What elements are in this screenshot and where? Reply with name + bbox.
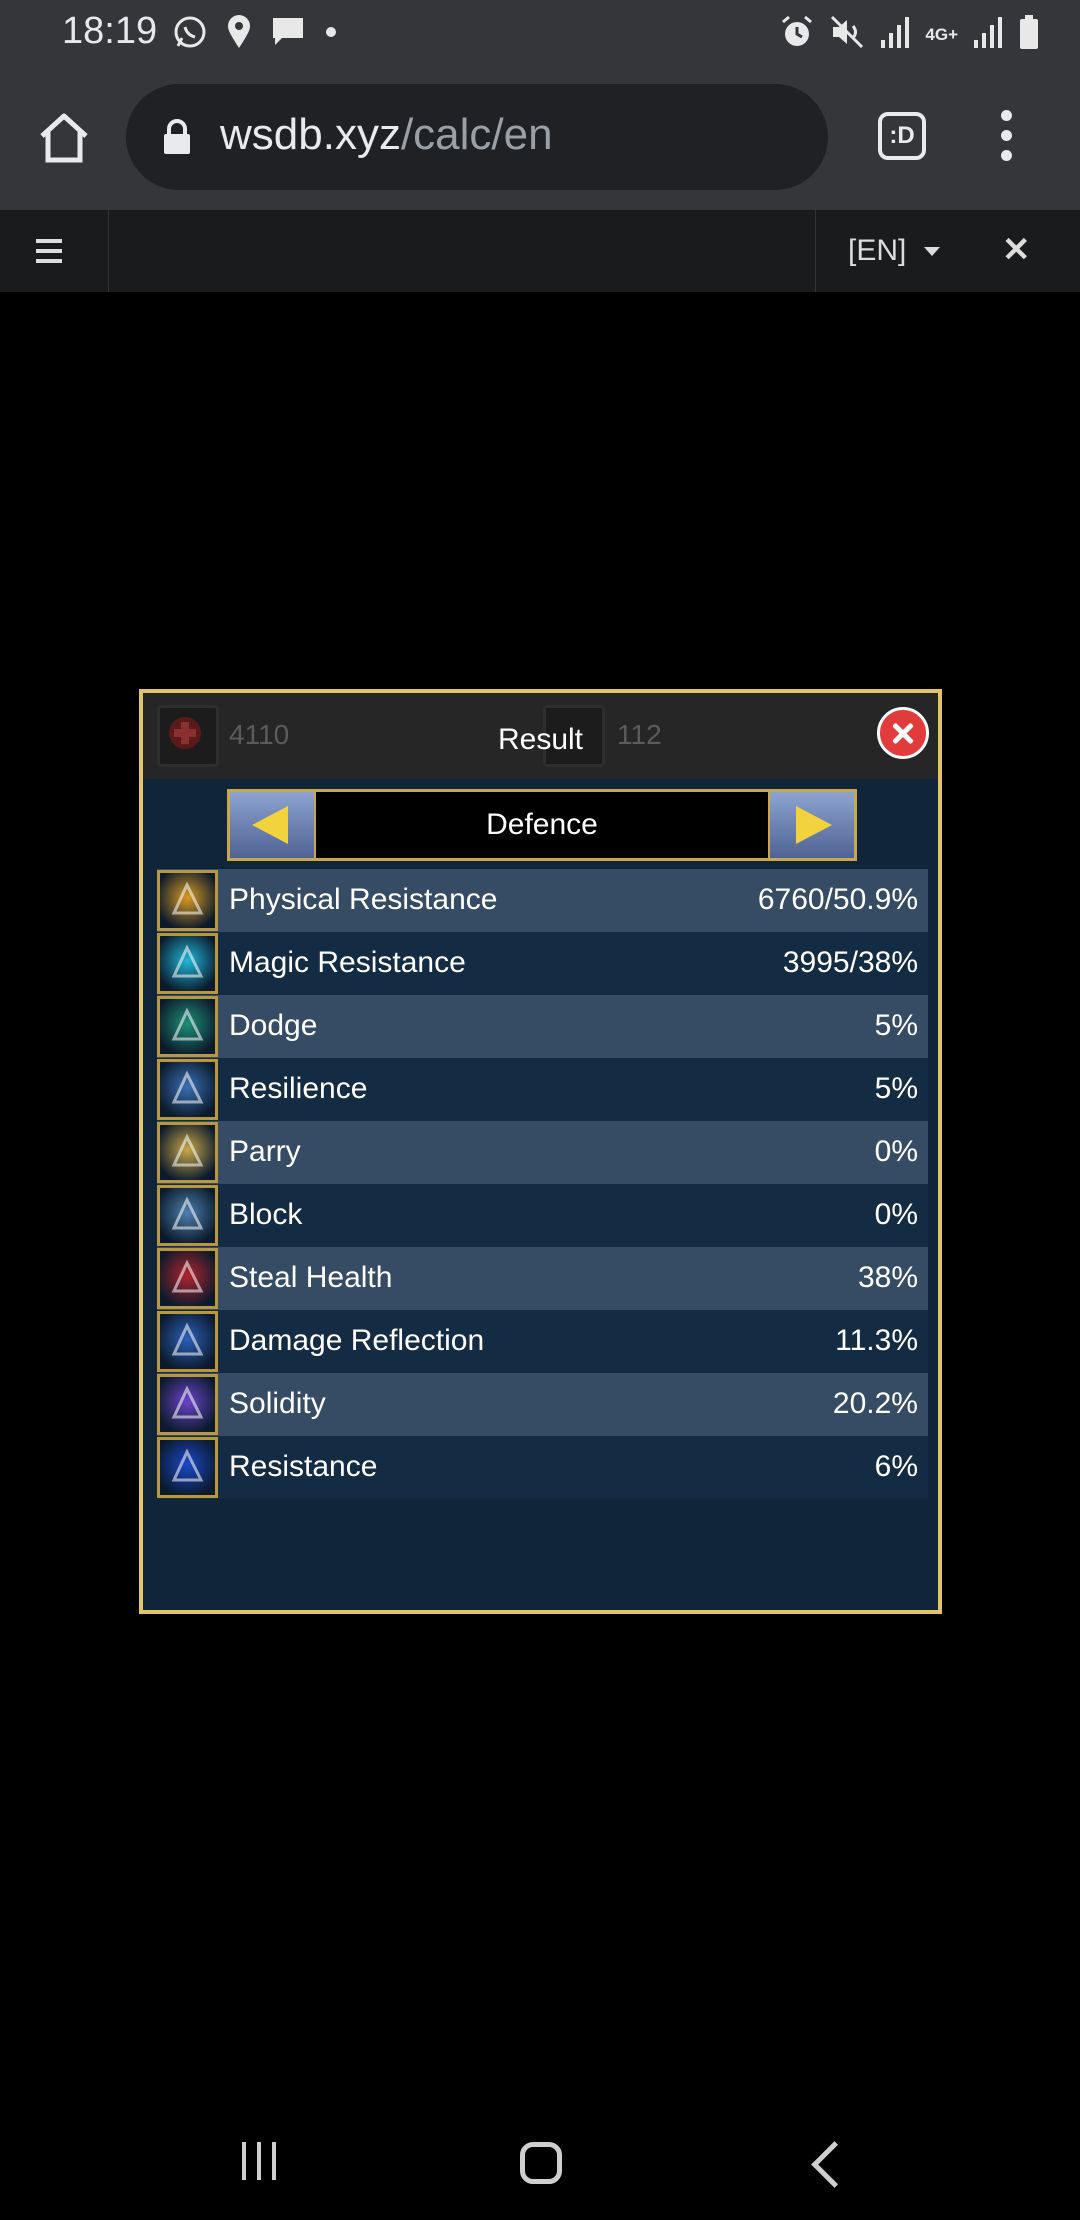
url-path: /calc/en bbox=[400, 110, 553, 159]
stat-name: Dodge bbox=[229, 1009, 318, 1042]
status-left-icons bbox=[172, 14, 338, 55]
address-bar[interactable]: wsdb.xyz/calc/en bbox=[126, 84, 828, 190]
arrow-left-icon bbox=[252, 806, 288, 844]
magic-resistance-icon bbox=[157, 933, 218, 994]
stat-name: Resistance bbox=[229, 1450, 378, 1483]
dodge-icon bbox=[157, 996, 218, 1057]
stat-row: Dodge 5% bbox=[157, 995, 928, 1058]
stat-value: 0% bbox=[874, 1198, 918, 1231]
message-icon bbox=[270, 14, 306, 55]
category-label: Defence bbox=[486, 808, 598, 841]
stat-name: Resilience bbox=[229, 1072, 368, 1105]
next-category-button[interactable] bbox=[768, 792, 854, 858]
block-icon bbox=[157, 1185, 218, 1246]
resistance-icon bbox=[157, 1437, 218, 1498]
stat-row: Magic Resistance 3995/38% bbox=[157, 932, 928, 995]
stat-value: 6% bbox=[874, 1450, 918, 1483]
stat-name: Magic Resistance bbox=[229, 946, 466, 979]
whatsapp-icon bbox=[172, 14, 208, 55]
home-button[interactable] bbox=[34, 108, 94, 168]
stats-list: Physical Resistance 6760/50.9% Magic Resis… bbox=[157, 869, 928, 1499]
stat-value: 11.3% bbox=[835, 1324, 918, 1357]
stat-value: 5% bbox=[874, 1072, 918, 1105]
dot-icon bbox=[324, 25, 338, 44]
alarm-icon bbox=[779, 14, 815, 55]
mute-icon bbox=[829, 14, 865, 55]
stat-name: Damage Reflection bbox=[229, 1324, 485, 1357]
damage-reflection-icon bbox=[157, 1311, 218, 1372]
modal-title: Result bbox=[497, 723, 584, 756]
stat-value: 20.2% bbox=[832, 1387, 918, 1420]
stat-value: 38% bbox=[857, 1261, 918, 1294]
stat-row: Solidity 20.2% bbox=[157, 1373, 928, 1436]
previous-category-button[interactable] bbox=[230, 792, 316, 858]
physical-resistance-icon bbox=[157, 870, 218, 931]
solidity-icon bbox=[157, 1374, 218, 1435]
stat-row: Resistance 6% bbox=[157, 1436, 928, 1499]
url-text: wsdb.xyz/calc/en bbox=[220, 110, 553, 160]
signal-icon bbox=[879, 14, 911, 55]
browser-toolbar: wsdb.xyz/calc/en :D bbox=[0, 64, 1080, 210]
language-label: [EN] bbox=[848, 234, 907, 267]
status-bar: 18:19 4G+ bbox=[0, 0, 1080, 64]
result-modal: 4110 112 Result Defence Physical Resista… bbox=[139, 689, 942, 1614]
stat-name: Physical Resistance bbox=[229, 883, 498, 916]
steal-health-icon bbox=[157, 1248, 218, 1309]
system-nav-bar bbox=[0, 2110, 1080, 2220]
stat-row: Parry 0% bbox=[157, 1121, 928, 1184]
back-icon[interactable] bbox=[811, 2141, 858, 2188]
caret-down-icon bbox=[924, 247, 940, 256]
modal-header: 4110 112 Result bbox=[143, 693, 938, 779]
stat-name: Solidity bbox=[229, 1387, 326, 1420]
resilience-icon bbox=[157, 1059, 218, 1120]
stat-row: Block 0% bbox=[157, 1184, 928, 1247]
home-icon bbox=[40, 113, 88, 163]
close-icon[interactable]: ✕ bbox=[1002, 230, 1031, 270]
tabs-button[interactable]: :D bbox=[878, 112, 926, 160]
stat-value: 0% bbox=[874, 1135, 918, 1168]
recent-apps-icon[interactable] bbox=[242, 2142, 276, 2180]
location-icon bbox=[226, 14, 252, 55]
hamburger-menu-icon[interactable] bbox=[0, 210, 109, 292]
signal-icon-2 bbox=[972, 14, 1004, 55]
nav-home-icon[interactable] bbox=[520, 2142, 562, 2184]
parry-icon bbox=[157, 1122, 218, 1183]
lock-icon bbox=[162, 118, 192, 161]
stat-name: Parry bbox=[229, 1135, 301, 1168]
arrow-right-icon bbox=[796, 806, 832, 844]
stat-value: 3995/38% bbox=[782, 946, 918, 979]
stat-value: 6760/50.9% bbox=[757, 883, 918, 916]
stat-row: Physical Resistance 6760/50.9% bbox=[157, 869, 928, 932]
stat-name: Block bbox=[229, 1198, 303, 1231]
4g-icon: 4G+ bbox=[925, 24, 958, 44]
stat-name: Steal Health bbox=[229, 1261, 393, 1294]
language-selector[interactable]: [EN] bbox=[815, 210, 1031, 292]
stat-row: Resilience 5% bbox=[157, 1058, 928, 1121]
status-right-icons: 4G+ bbox=[779, 14, 1040, 55]
more-menu-icon[interactable] bbox=[996, 110, 1016, 164]
site-nav: [EN] ✕ bbox=[0, 210, 1080, 292]
stat-row: Steal Health 38% bbox=[157, 1247, 928, 1310]
battery-icon bbox=[1018, 14, 1040, 55]
url-domain: wsdb.xyz bbox=[220, 110, 401, 159]
stat-value: 5% bbox=[874, 1009, 918, 1042]
status-time: 18:19 bbox=[62, 10, 158, 52]
category-selector: Defence bbox=[227, 789, 857, 861]
stat-row: Damage Reflection 11.3% bbox=[157, 1310, 928, 1373]
modal-close-button[interactable] bbox=[877, 707, 929, 759]
